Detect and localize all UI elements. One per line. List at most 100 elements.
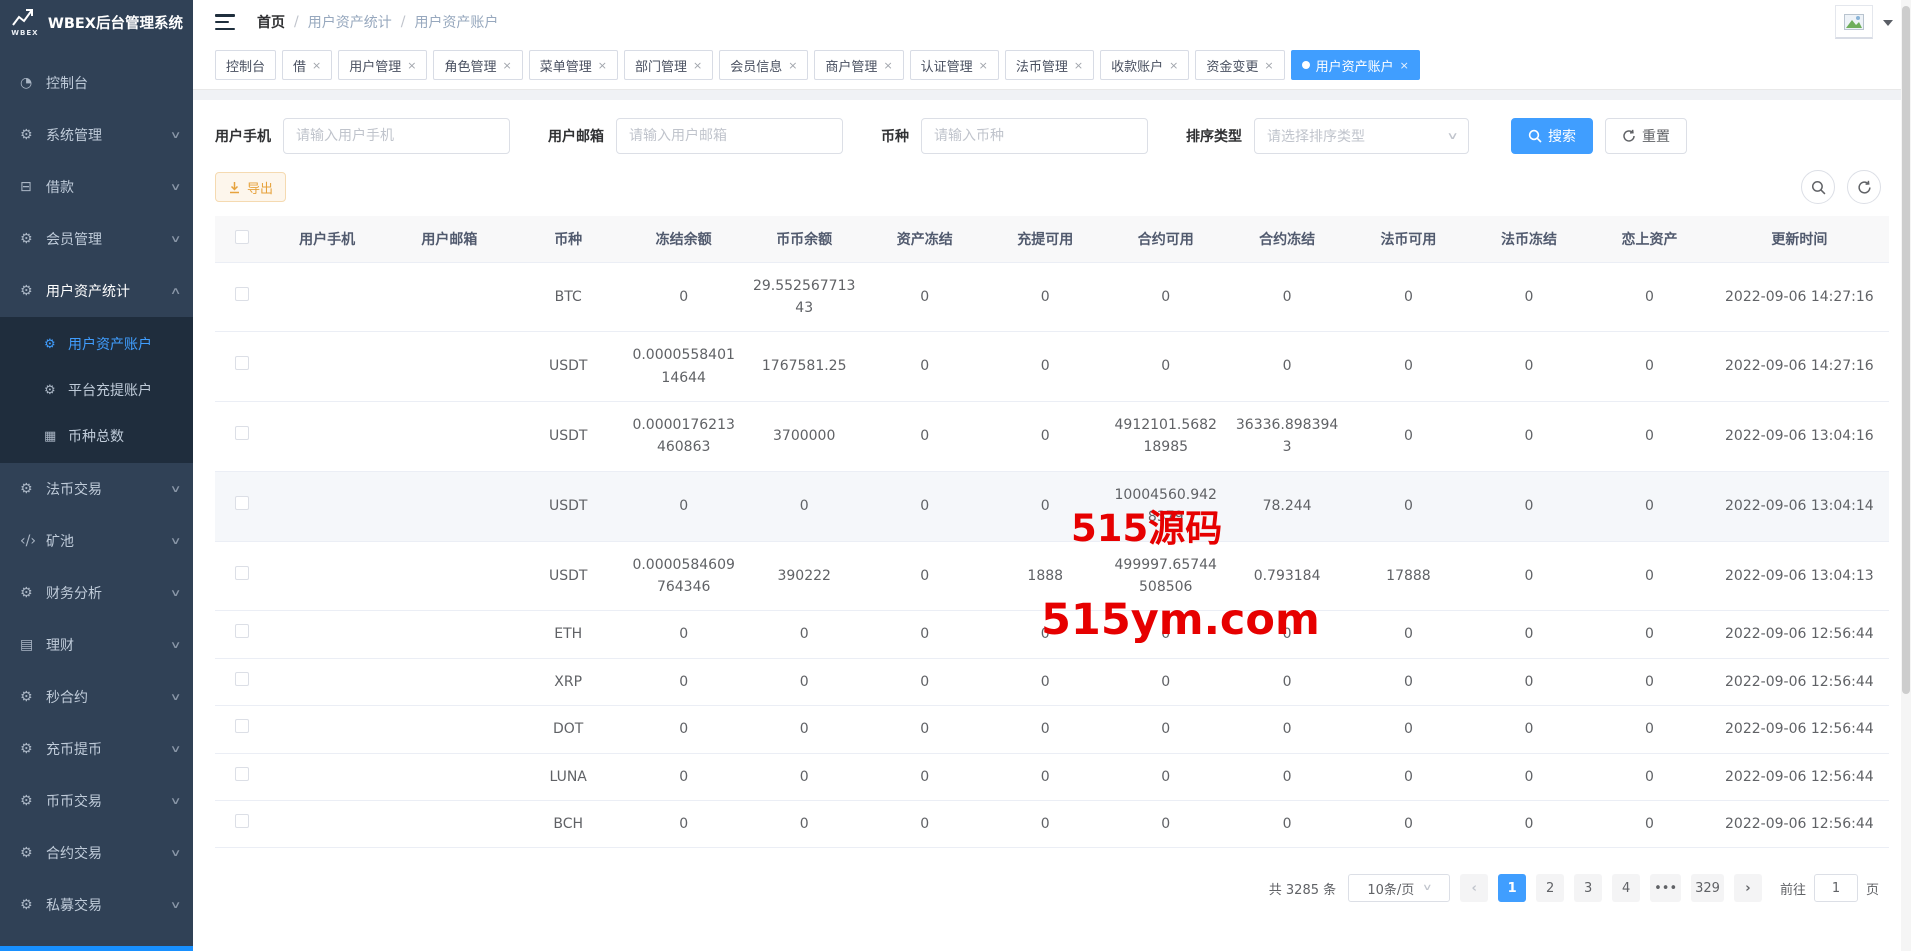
close-icon[interactable]: ×: [979, 59, 988, 72]
close-icon[interactable]: ×: [1400, 59, 1409, 72]
filter-input-币种[interactable]: [921, 118, 1148, 154]
close-icon[interactable]: ×: [693, 59, 702, 72]
sidebar-item-借款[interactable]: ⊟借款∨: [0, 161, 193, 213]
cell-value-法币可用: 0: [1348, 611, 1469, 658]
prev-page-button[interactable]: ‹: [1460, 874, 1488, 902]
tab-部门管理[interactable]: 部门管理×: [624, 50, 713, 80]
close-icon[interactable]: ×: [1264, 59, 1273, 72]
gear-icon: ⚙: [20, 845, 46, 861]
cell-value-法币可用: 17888: [1348, 541, 1469, 611]
sidebar-item-合约交易[interactable]: ⚙合约交易∨: [0, 827, 193, 879]
column-header-冻结余额: 冻结余额: [623, 216, 744, 262]
page-scrollbar[interactable]: [1901, 0, 1911, 951]
page-button-4[interactable]: 4: [1612, 874, 1640, 902]
close-icon[interactable]: ×: [598, 59, 607, 72]
sidebar-item-系统管理[interactable]: ⚙系统管理∨: [0, 109, 193, 161]
filter-input-用户邮箱[interactable]: [616, 118, 843, 154]
gear-icon: ⚙: [20, 127, 46, 143]
sidebar-subitem-币种总数[interactable]: ▦币种总数: [0, 413, 193, 459]
tab-控制台[interactable]: 控制台: [215, 50, 276, 80]
sidebar-item-理财[interactable]: ▤理财∨: [0, 619, 193, 671]
select-all-checkbox[interactable]: [235, 230, 249, 244]
close-icon[interactable]: ×: [788, 59, 797, 72]
row-checkbox[interactable]: [235, 767, 249, 781]
row-checkbox[interactable]: [235, 356, 249, 370]
row-checkbox[interactable]: [235, 624, 249, 638]
table-row: BCH0000000002022-09-06 12:56:44: [215, 800, 1889, 847]
cell-value-法币可用: 0: [1348, 658, 1469, 705]
close-icon[interactable]: ×: [503, 59, 512, 72]
tab-用户资产账户[interactable]: 用户资产账户×: [1291, 50, 1420, 80]
tab-菜单管理[interactable]: 菜单管理×: [529, 50, 618, 80]
sidebar-item-充币提币[interactable]: ⚙充币提币∨: [0, 723, 193, 775]
user-menu-caret-icon[interactable]: [1883, 20, 1893, 26]
chevron-down-icon: ∨: [1446, 131, 1458, 142]
sidebar-item-财务分析[interactable]: ⚙财务分析∨: [0, 567, 193, 619]
sidebar-subitem-平台充提账户[interactable]: ⚙平台充提账户: [0, 367, 193, 413]
sidebar-item-币币交易[interactable]: ⚙币币交易∨: [0, 775, 193, 827]
sidebar-collapse-icon[interactable]: [215, 14, 235, 30]
table-refresh-button[interactable]: [1847, 170, 1881, 204]
close-icon[interactable]: ×: [1169, 59, 1178, 72]
tab-商户管理[interactable]: 商户管理×: [814, 50, 903, 80]
row-checkbox[interactable]: [235, 426, 249, 440]
sidebar-item-控制台[interactable]: ◔控制台: [0, 57, 193, 109]
user-asset-table: 用户手机用户邮箱币种冻结余额币币余额资产冻结充提可用合约可用合约冻结法币可用法币…: [215, 216, 1889, 848]
tab-label: 控制台: [226, 56, 265, 75]
scrollbar-thumb[interactable]: [1902, 6, 1910, 694]
tab-收款账户[interactable]: 收款账户×: [1100, 50, 1189, 80]
reset-button[interactable]: 重置: [1605, 118, 1687, 154]
tab-用户管理[interactable]: 用户管理×: [338, 50, 427, 80]
cell-value-法币可用: 0: [1348, 471, 1469, 541]
export-button[interactable]: 导出: [215, 172, 286, 202]
app-title: WBEX后台管理系统: [48, 12, 183, 33]
sidebar-subitem-用户资产账户[interactable]: ⚙用户资产账户: [0, 321, 193, 367]
cell-update-time: 2022-09-06 12:56:44: [1710, 706, 1889, 753]
table-search-toggle-button[interactable]: [1801, 170, 1835, 204]
close-icon[interactable]: ×: [407, 59, 416, 72]
image-placeholder-icon: [1844, 14, 1864, 30]
pager-more-button[interactable]: •••: [1650, 874, 1681, 902]
breadcrumb: 首页 / 用户资产统计 / 用户资产账户: [257, 12, 498, 32]
tab-角色管理[interactable]: 角色管理×: [433, 50, 522, 80]
search-button[interactable]: 搜索: [1511, 118, 1593, 154]
row-checkbox[interactable]: [235, 672, 249, 686]
row-checkbox[interactable]: [235, 719, 249, 733]
filter-select-排序类型[interactable]: 请选择排序类型∨: [1254, 118, 1469, 154]
cell-coin: ETH: [513, 611, 623, 658]
goto-page-input[interactable]: [1814, 874, 1858, 902]
sidebar-item-会员管理[interactable]: ⚙会员管理∨: [0, 213, 193, 265]
page-button-329[interactable]: 329: [1691, 874, 1724, 902]
sidebar-item-法币交易[interactable]: ⚙法币交易∨: [0, 463, 193, 515]
chevron-down-icon: ∨: [169, 130, 181, 141]
row-checkbox[interactable]: [235, 287, 249, 301]
navbar: 首页 / 用户资产统计 / 用户资产账户: [193, 0, 1911, 44]
row-checkbox[interactable]: [235, 566, 249, 580]
page-button-2[interactable]: 2: [1536, 874, 1564, 902]
column-header-法币冻结: 法币冻结: [1469, 216, 1590, 262]
close-icon[interactable]: ×: [312, 59, 321, 72]
sidebar-item-用户资产统计[interactable]: ⚙用户资产统计∧: [0, 265, 193, 317]
next-page-button[interactable]: ›: [1734, 874, 1762, 902]
chevron-down-icon: ∨: [169, 234, 181, 245]
sidebar-item-矿池[interactable]: ‹/›矿池∨: [0, 515, 193, 567]
column-header-用户邮箱: 用户邮箱: [386, 216, 513, 262]
row-checkbox[interactable]: [235, 496, 249, 510]
breadcrumb-home[interactable]: 首页: [257, 12, 285, 32]
row-checkbox[interactable]: [235, 814, 249, 828]
close-icon[interactable]: ×: [883, 59, 892, 72]
page-size-select[interactable]: 10条/页 ∨: [1348, 874, 1450, 902]
tab-会员信息[interactable]: 会员信息×: [719, 50, 808, 80]
close-icon[interactable]: ×: [1074, 59, 1083, 72]
tab-法币管理[interactable]: 法币管理×: [1005, 50, 1094, 80]
tab-认证管理[interactable]: 认证管理×: [910, 50, 999, 80]
page-button-3[interactable]: 3: [1574, 874, 1602, 902]
avatar[interactable]: [1835, 5, 1873, 39]
tab-资金变更[interactable]: 资金变更×: [1195, 50, 1284, 80]
cell-coin: USDT: [513, 402, 623, 472]
filter-input-用户手机[interactable]: [283, 118, 510, 154]
sidebar-item-秒合约[interactable]: ⚙秒合约∨: [0, 671, 193, 723]
sidebar-item-私募交易[interactable]: ⚙私募交易∨: [0, 879, 193, 931]
page-button-1[interactable]: 1: [1498, 874, 1526, 902]
tab-借[interactable]: 借×: [282, 50, 332, 80]
